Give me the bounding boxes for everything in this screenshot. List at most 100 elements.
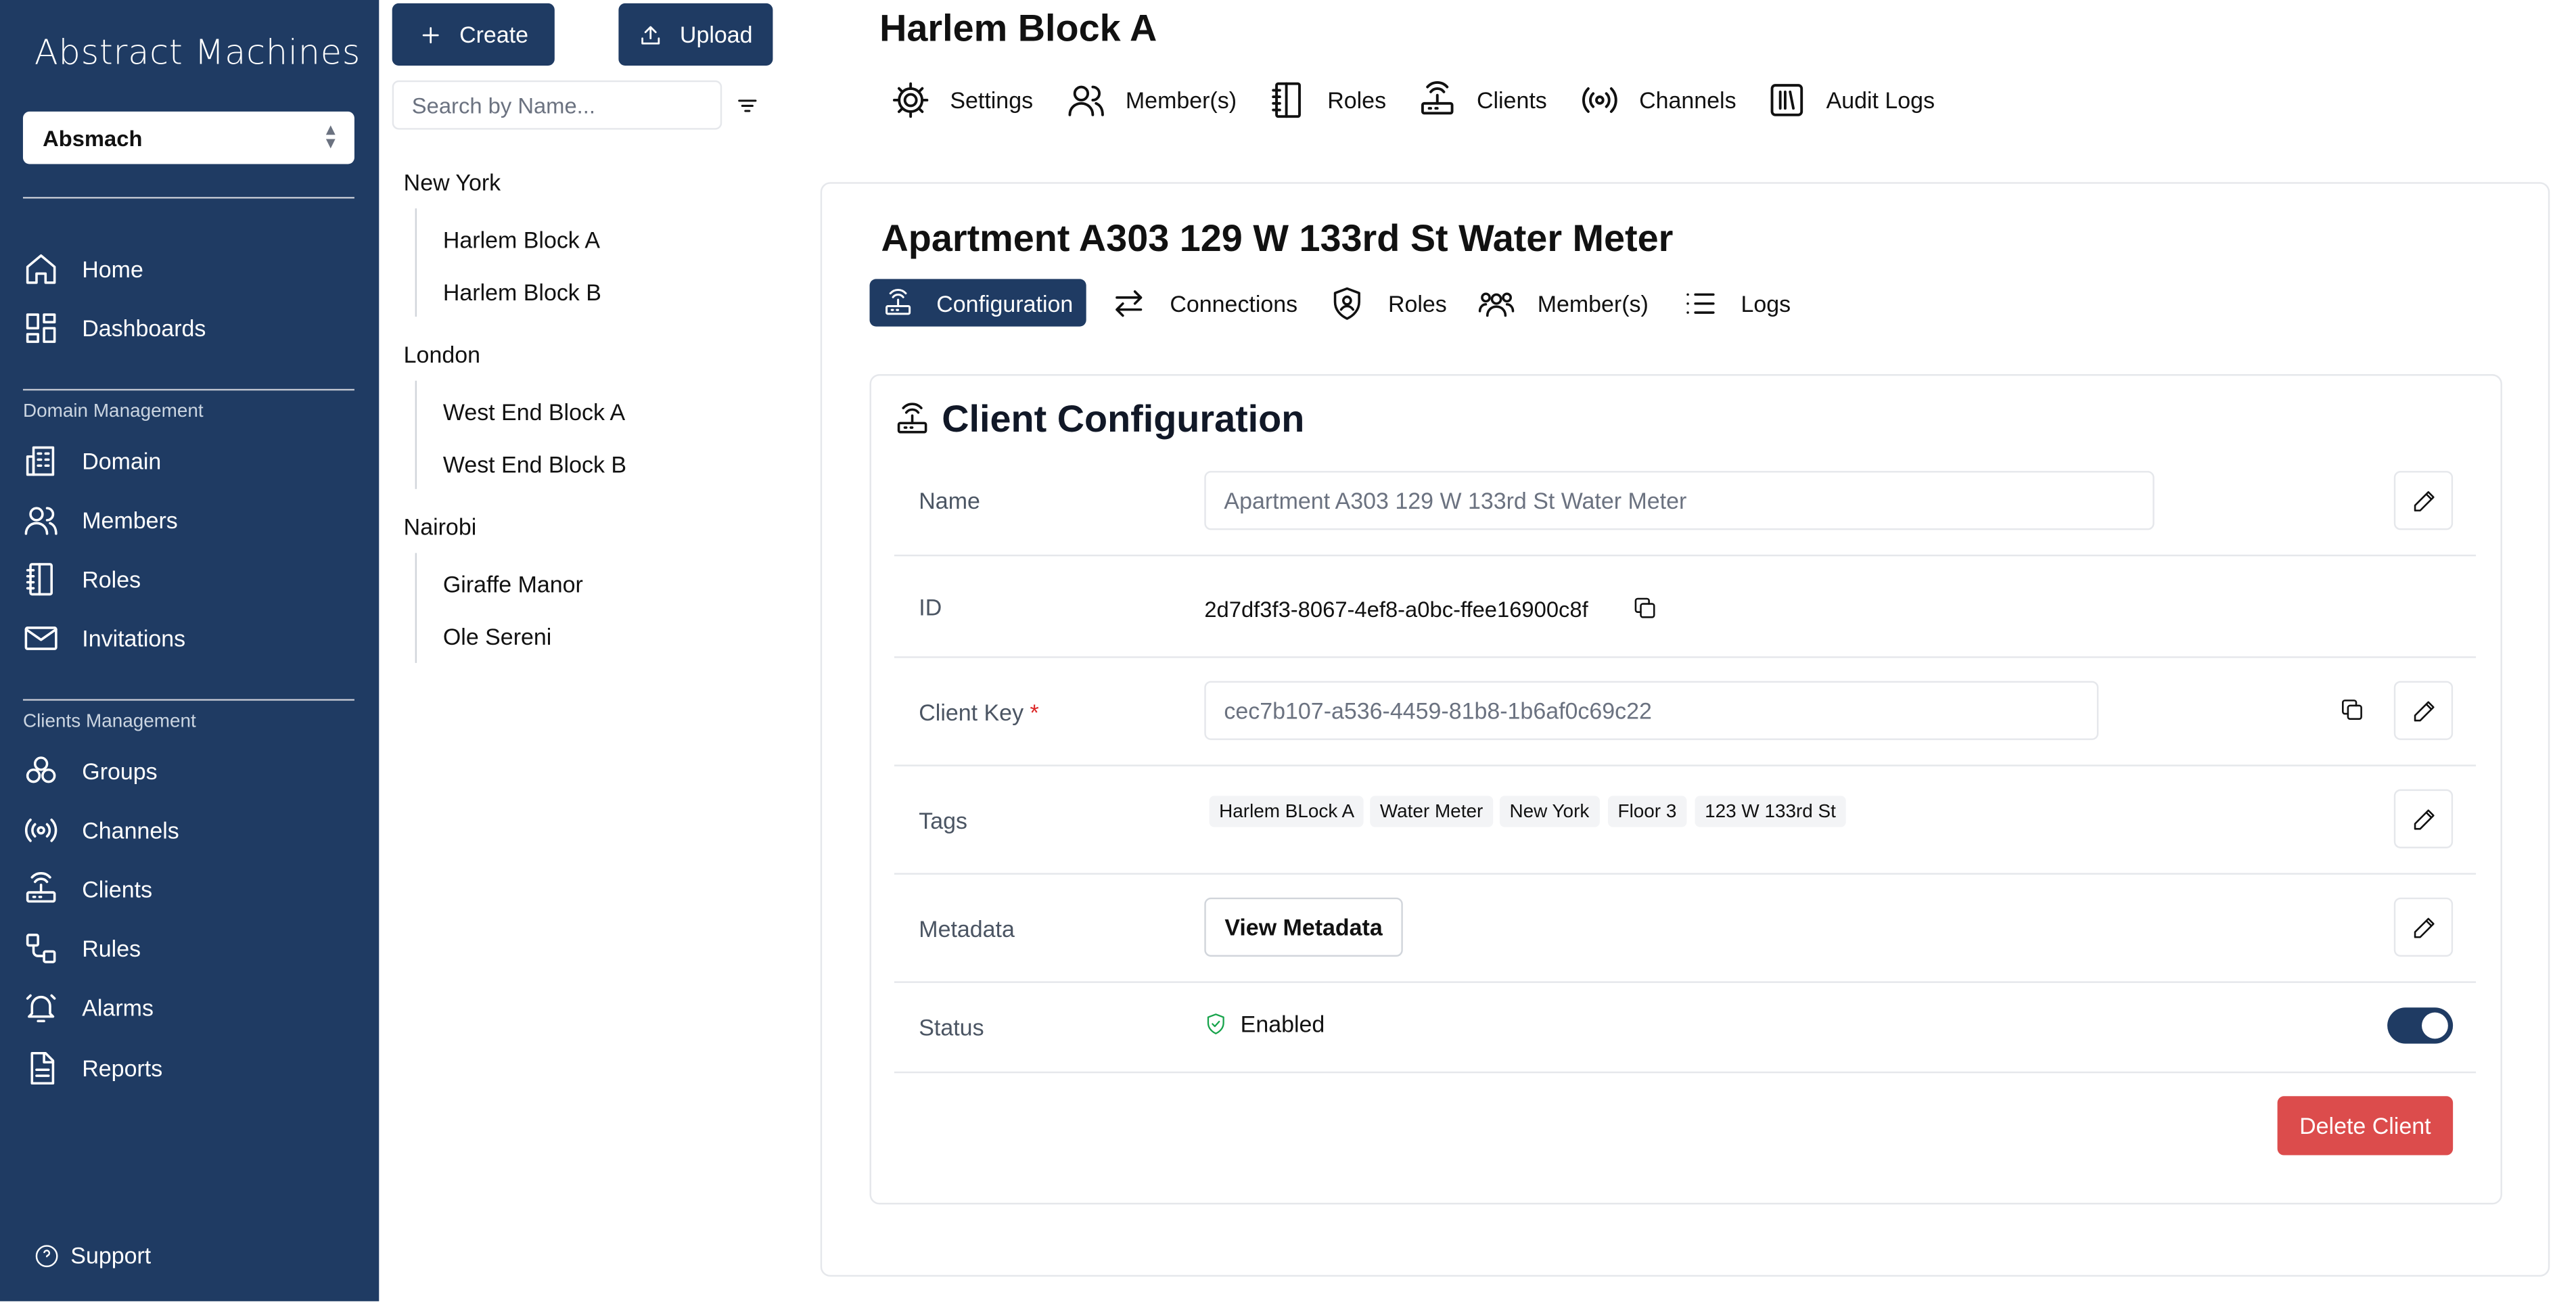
router-icon: [26, 872, 56, 903]
tab-label: Logs: [1741, 290, 1791, 316]
toggle-knob: [2422, 1012, 2448, 1039]
sidebar-item-label: Dashboards: [82, 315, 206, 342]
tree-item[interactable]: Harlem Block B: [443, 279, 601, 305]
workflow-icon: [26, 934, 56, 963]
sidebar-divider: [22, 197, 354, 199]
tree-item[interactable]: Giraffe Manor: [443, 571, 583, 597]
tab-label: Audit Logs: [1826, 87, 1935, 114]
id-label: ID: [919, 594, 942, 620]
support-link[interactable]: Support: [34, 1242, 151, 1268]
list-icon: [1686, 292, 1715, 313]
edit-tags-button[interactable]: [2393, 789, 2454, 848]
row-divider: [894, 764, 2477, 767]
tab-client-roles[interactable]: Roles: [1316, 279, 1460, 326]
copy-key-button[interactable]: [2338, 695, 2364, 722]
tag-chip: Water Meter: [1370, 796, 1493, 827]
search-input[interactable]: [392, 80, 722, 130]
tab-audit-logs[interactable]: Audit Logs: [1767, 78, 1935, 121]
tree-item[interactable]: West End Block B: [443, 451, 626, 478]
upload-button-label: Upload: [679, 21, 753, 48]
status-toggle[interactable]: [2387, 1007, 2454, 1044]
groups-icon: [26, 756, 56, 783]
upload-button[interactable]: Upload: [618, 3, 773, 66]
arrows-exchange-icon: [1116, 289, 1143, 317]
sidebar-item-rules[interactable]: Rules: [23, 925, 354, 971]
home-icon: [26, 254, 56, 284]
sidebar-item-label: Groups: [82, 758, 158, 785]
client-title: Apartment A303 129 W 133rd St Water Mete…: [881, 216, 1674, 260]
tab-label: Roles: [1327, 87, 1387, 114]
tree-group-nairobi[interactable]: Nairobi: [404, 513, 477, 540]
tree-group-london[interactable]: London: [404, 342, 480, 368]
client-key-label: Client Key *: [919, 699, 1038, 725]
sidebar-item-home[interactable]: Home: [23, 246, 354, 292]
library-icon: [1770, 84, 1803, 116]
filter-icon[interactable]: [735, 93, 760, 118]
status-text: Enabled: [1240, 1011, 1325, 1037]
delete-client-button[interactable]: Delete Client: [2277, 1096, 2454, 1156]
sidebar-item-roles[interactable]: Roles: [23, 556, 354, 602]
tab-label: Settings: [950, 87, 1034, 114]
tag-chip: Floor 3: [1607, 796, 1686, 827]
id-value: 2d7df3f3-8067-4ef8-a0bc-ffee16900c8f: [1204, 597, 1588, 622]
domain-select-value: Absmach: [43, 125, 143, 150]
edit-client-key-button[interactable]: [2393, 681, 2454, 740]
sidebar-item-groups[interactable]: Groups: [23, 748, 354, 794]
tree-item[interactable]: Harlem Block A: [443, 227, 600, 253]
tab-settings[interactable]: Settings: [891, 78, 1033, 121]
sidebar-item-alarms[interactable]: Alarms: [23, 984, 354, 1030]
tree-line: [415, 380, 417, 489]
status-label: Status: [919, 1013, 984, 1041]
tab-label: Member(s): [1125, 87, 1237, 114]
tab-roles[interactable]: Roles: [1268, 78, 1386, 121]
tree-line: [415, 208, 417, 317]
tree-item[interactable]: West End Block A: [443, 398, 625, 425]
tab-clients[interactable]: Clients: [1418, 78, 1547, 121]
name-field[interactable]: Apartment A303 129 W 133rd St Water Mete…: [1204, 471, 2155, 530]
tab-label: Channels: [1639, 87, 1736, 114]
sidebar-item-label: Rules: [82, 935, 141, 962]
edit-metadata-button[interactable]: [2393, 897, 2454, 957]
router-icon: [1421, 81, 1454, 115]
support-label: Support: [70, 1242, 152, 1268]
tab-channels[interactable]: Channels: [1580, 78, 1736, 121]
brand-logo[interactable]: Abstract Machines: [34, 33, 361, 72]
tab-label: Member(s): [1537, 290, 1649, 316]
sidebar-item-members[interactable]: Members: [23, 497, 354, 543]
sidebar-item-channels[interactable]: Channels: [23, 807, 354, 853]
router-icon: [886, 288, 911, 315]
tab-logs[interactable]: Logs: [1669, 279, 1804, 326]
client-key-field[interactable]: cec7b107-a536-4459-81b8-1b6af0c69c22: [1204, 681, 2099, 740]
edit-name-button[interactable]: [2393, 471, 2454, 530]
tree-item[interactable]: Ole Sereni: [443, 624, 551, 650]
sidebar-item-invitations[interactable]: Invitations: [23, 616, 354, 662]
create-button-label: Create: [459, 21, 529, 48]
sidebar-item-label: Clients: [82, 876, 153, 903]
tab-connections[interactable]: Connections: [1098, 279, 1311, 326]
tab-label: Configuration: [936, 290, 1074, 316]
tab-members[interactable]: Member(s): [1067, 78, 1237, 121]
tree-group-new-york[interactable]: New York: [404, 169, 501, 196]
copy-id-button[interactable]: [1631, 594, 1657, 620]
tab-configuration[interactable]: Configuration: [869, 279, 1086, 327]
sidebar: Abstract Machines Absmach ▴ ▾ Home Dashbo…: [0, 0, 380, 1302]
sidebar-item-domain[interactable]: Domain: [23, 438, 354, 484]
sidebar-item-dashboards[interactable]: Dashboards: [23, 305, 354, 351]
sidebar-item-label: Reports: [82, 1055, 163, 1082]
row-divider: [894, 656, 2477, 658]
sidebar-item-clients[interactable]: Clients: [23, 867, 354, 913]
create-button[interactable]: Create: [392, 3, 555, 66]
sidebar-item-reports[interactable]: Reports: [23, 1045, 354, 1091]
file-text-icon: [30, 1051, 55, 1085]
view-metadata-button[interactable]: View Metadata: [1204, 897, 1403, 957]
sidebar-item-label: Domain: [82, 448, 162, 474]
tab-client-members[interactable]: Member(s): [1465, 279, 1661, 326]
copy-icon: [2341, 698, 2362, 719]
section-label-domain: Domain Management: [22, 402, 204, 422]
sidebar-item-label: Members: [82, 507, 178, 534]
notebook-icon: [26, 563, 53, 596]
sidebar-divider: [22, 699, 354, 701]
building-icon: [26, 446, 55, 476]
domain-select[interactable]: Absmach ▴ ▾: [22, 111, 354, 164]
row-divider: [894, 981, 2477, 983]
